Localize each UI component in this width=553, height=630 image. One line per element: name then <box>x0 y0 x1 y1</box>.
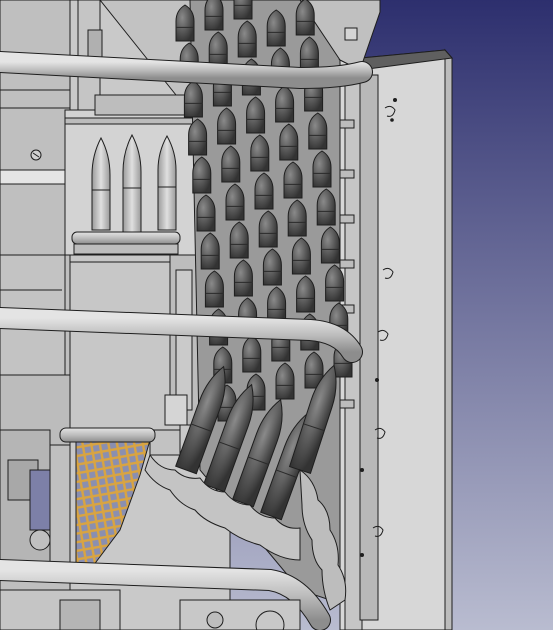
cad-model-view[interactable] <box>0 0 553 630</box>
shell <box>175 4 195 42</box>
shell <box>316 188 336 226</box>
shell <box>262 248 282 286</box>
light-shell <box>122 133 142 233</box>
shell <box>221 145 241 183</box>
bottom-mechanism <box>59 599 301 630</box>
shell <box>183 80 203 118</box>
shell <box>225 183 245 221</box>
shell <box>237 20 257 58</box>
shell <box>308 112 328 150</box>
shell <box>325 264 345 302</box>
shell <box>312 150 332 188</box>
shell <box>204 0 224 31</box>
shell <box>266 9 286 47</box>
shell <box>295 0 315 36</box>
shell <box>217 107 237 145</box>
3d-viewport[interactable] <box>0 0 553 630</box>
shell <box>275 85 295 123</box>
shell <box>258 210 278 248</box>
shell <box>192 156 212 194</box>
shell <box>200 232 220 270</box>
shell <box>275 362 295 400</box>
shell <box>279 123 299 161</box>
shell <box>229 221 249 259</box>
shell <box>287 199 307 237</box>
shell <box>196 194 216 232</box>
shell <box>204 270 224 308</box>
shell <box>296 275 316 313</box>
shell <box>291 237 311 275</box>
shell <box>233 0 253 20</box>
shell <box>188 118 208 156</box>
light-shell <box>157 134 177 231</box>
shell <box>320 226 340 264</box>
shell <box>254 172 274 210</box>
shell <box>283 161 303 199</box>
shell <box>233 259 253 297</box>
shell <box>250 134 270 172</box>
shell <box>246 96 266 134</box>
shell <box>242 335 262 373</box>
